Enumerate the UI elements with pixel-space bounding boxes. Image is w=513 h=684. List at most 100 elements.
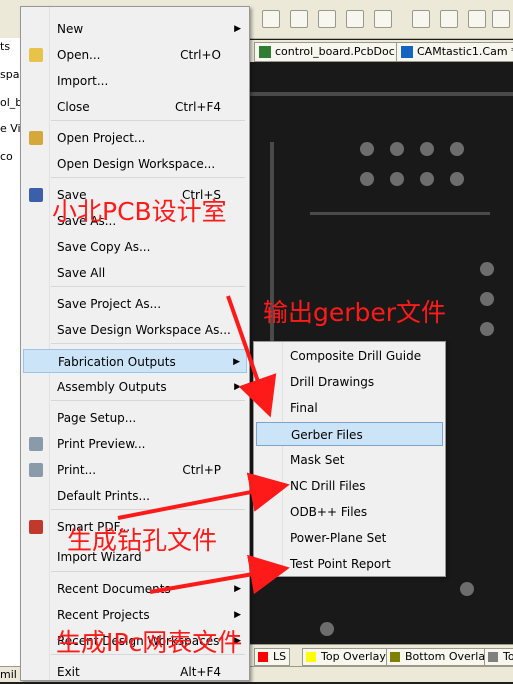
file-menu-item-print-preview[interactable]: Print Preview... bbox=[23, 432, 247, 456]
file-menu-item-recent-projects[interactable]: Recent Projects ▶ bbox=[23, 603, 247, 627]
file-menu-item-save-copy-as[interactable]: Save Copy As... bbox=[23, 235, 247, 259]
open-project-icon bbox=[29, 131, 43, 145]
submenu-item-mask-set[interactable]: Mask Set bbox=[256, 448, 443, 472]
submenu-item-odb-files[interactable]: ODB++ Files bbox=[256, 500, 443, 524]
submenu-arrow-icon: ▶ bbox=[234, 584, 241, 594]
submenu-item-final[interactable]: Final bbox=[256, 396, 443, 420]
printer-icon bbox=[29, 463, 43, 477]
pcb-trace bbox=[250, 92, 513, 96]
file-menu-item-open-design-workspace[interactable]: Open Design Workspace... bbox=[23, 152, 247, 176]
submenu-arrow-icon: ▶ bbox=[234, 24, 241, 34]
annotation-drill: 生成钻孔文件 bbox=[67, 526, 218, 555]
toolbar-button[interactable] bbox=[374, 10, 392, 28]
submenu-item-test-point-report[interactable]: Test Point Report bbox=[256, 552, 443, 576]
menu-separator bbox=[51, 177, 245, 178]
file-menu-item-page-setup[interactable]: Page Setup... bbox=[23, 406, 247, 430]
pcb-pad bbox=[360, 142, 374, 156]
toolbar-button[interactable] bbox=[346, 10, 364, 28]
file-menu-item-save-project-as[interactable]: Save Project As... bbox=[23, 292, 247, 316]
file-menu-item-open[interactable]: Open... Ctrl+O bbox=[23, 43, 247, 67]
panel-label-fragment: ts bbox=[0, 40, 11, 53]
open-folder-icon bbox=[29, 48, 43, 62]
menu-item-shortcut: Ctrl+F4 bbox=[175, 100, 221, 114]
toolbar-button[interactable] bbox=[290, 10, 308, 28]
menu-item-label: Test Point Report bbox=[290, 557, 391, 571]
menu-item-shortcut: Ctrl+O bbox=[180, 48, 221, 62]
file-menu-item-recent-documents[interactable]: Recent Documents ▶ bbox=[23, 577, 247, 601]
menu-item-label: Page Setup... bbox=[57, 411, 137, 425]
toolbar-button[interactable] bbox=[262, 10, 280, 28]
menu-separator bbox=[51, 120, 245, 121]
menu-item-label: New bbox=[57, 22, 84, 36]
submenu-item-power-plane-set[interactable]: Power-Plane Set bbox=[256, 526, 443, 550]
menu-separator bbox=[51, 509, 245, 510]
file-menu-item-save-design-workspace-as[interactable]: Save Design Workspace As... bbox=[23, 318, 247, 342]
pcb-doc-icon bbox=[259, 46, 271, 58]
file-menu-item-import[interactable]: Import... bbox=[23, 69, 247, 93]
menu-separator bbox=[51, 286, 245, 287]
save-disk-icon bbox=[29, 188, 43, 202]
panel-label-fragment: ol_b bbox=[0, 96, 23, 109]
layer-color-swatch bbox=[306, 652, 316, 662]
file-menu-item-new[interactable]: New ▶ bbox=[23, 17, 247, 41]
layer-tab-truncated[interactable]: To bbox=[484, 648, 513, 666]
menu-item-label: Final bbox=[290, 401, 318, 415]
toolbar-button[interactable] bbox=[492, 10, 510, 28]
layer-tab-bottom-overlay[interactable]: Bottom Overlay bbox=[386, 648, 496, 666]
file-menu-item-open-project[interactable]: Open Project... bbox=[23, 126, 247, 150]
pcb-pad bbox=[450, 172, 464, 186]
submenu-arrow-icon: ▶ bbox=[234, 382, 241, 392]
menu-item-label: Save All bbox=[57, 266, 106, 280]
menu-item-shortcut: Alt+F4 bbox=[180, 665, 221, 679]
file-menu-item-fabrication-outputs[interactable]: Fabrication Outputs ▶ bbox=[23, 349, 247, 373]
menu-item-label: ODB++ Files bbox=[290, 505, 368, 519]
pcb-pad bbox=[480, 322, 494, 336]
layer-tabs-bar: LS Top Overlay Bottom Overlay To bbox=[250, 644, 513, 667]
undo-icon[interactable] bbox=[412, 10, 430, 28]
file-menu-item-exit[interactable]: Exit Alt+F4 bbox=[23, 660, 247, 684]
redo-icon[interactable] bbox=[440, 10, 458, 28]
pcb-pad bbox=[420, 172, 434, 186]
submenu-item-nc-drill-files[interactable]: NC Drill Files bbox=[256, 474, 443, 498]
panel-label-fragment: co bbox=[0, 150, 13, 163]
file-menu-item-assembly-outputs[interactable]: Assembly Outputs ▶ bbox=[23, 375, 247, 399]
submenu-item-gerber-files[interactable]: Gerber Files bbox=[256, 422, 443, 446]
panel-label-fragment: spa bbox=[0, 68, 20, 81]
menu-item-label: Open... bbox=[57, 48, 101, 62]
tab-camtastic1-cam[interactable]: CAMtastic1.Cam * bbox=[396, 42, 513, 62]
menu-item-label: Save Project As... bbox=[57, 297, 162, 311]
projects-panel: ts spa ol_b e Vie co bbox=[0, 38, 27, 681]
menu-item-label: Exit bbox=[57, 665, 80, 679]
tab-control-board-pcbdoc[interactable]: control_board.PcbDoc * bbox=[254, 42, 409, 62]
smart-pdf-icon bbox=[29, 520, 43, 534]
pcb-pad bbox=[450, 142, 464, 156]
file-menu-item-print[interactable]: Print... Ctrl+P bbox=[23, 458, 247, 482]
layer-tab-top-overlay[interactable]: Top Overlay bbox=[302, 648, 390, 666]
file-menu-item-save-all[interactable]: Save All bbox=[23, 261, 247, 285]
menu-separator bbox=[51, 400, 245, 401]
menu-item-shortcut: Ctrl+P bbox=[182, 463, 221, 477]
menu-item-label: Fabrication Outputs bbox=[58, 355, 176, 369]
submenu-arrow-icon: ▶ bbox=[234, 610, 241, 620]
annotation-ipc: 生成IPc网表文件 bbox=[56, 628, 243, 657]
pcb-pad bbox=[360, 172, 374, 186]
menu-item-label: Assembly Outputs bbox=[57, 380, 167, 394]
menu-item-label: Open Project... bbox=[57, 131, 146, 145]
toolbar-button[interactable] bbox=[318, 10, 336, 28]
submenu-item-composite-drill-guide[interactable]: Composite Drill Guide bbox=[256, 344, 443, 368]
menu-separator bbox=[51, 571, 245, 572]
menu-item-label: Mask Set bbox=[290, 453, 345, 467]
menu-item-label: Gerber Files bbox=[291, 428, 363, 442]
file-menu-item-close[interactable]: Close Ctrl+F4 bbox=[23, 95, 247, 119]
menu-item-label: Print... bbox=[57, 463, 97, 477]
menu-item-label: Default Prints... bbox=[57, 489, 150, 503]
layer-tab-ls[interactable]: LS bbox=[254, 648, 291, 666]
menu-item-label: Recent Projects bbox=[57, 608, 150, 622]
pcb-pad bbox=[480, 292, 494, 306]
submenu-item-drill-drawings[interactable]: Drill Drawings bbox=[256, 370, 443, 394]
toolbar-button[interactable] bbox=[468, 10, 486, 28]
pcb-pad bbox=[420, 142, 434, 156]
file-menu-item-default-prints[interactable]: Default Prints... bbox=[23, 484, 247, 508]
pcb-trace bbox=[310, 212, 490, 215]
file-menu: New ▶ Open... Ctrl+O Import... Close Ctrl+F4 Op… bbox=[20, 6, 250, 681]
